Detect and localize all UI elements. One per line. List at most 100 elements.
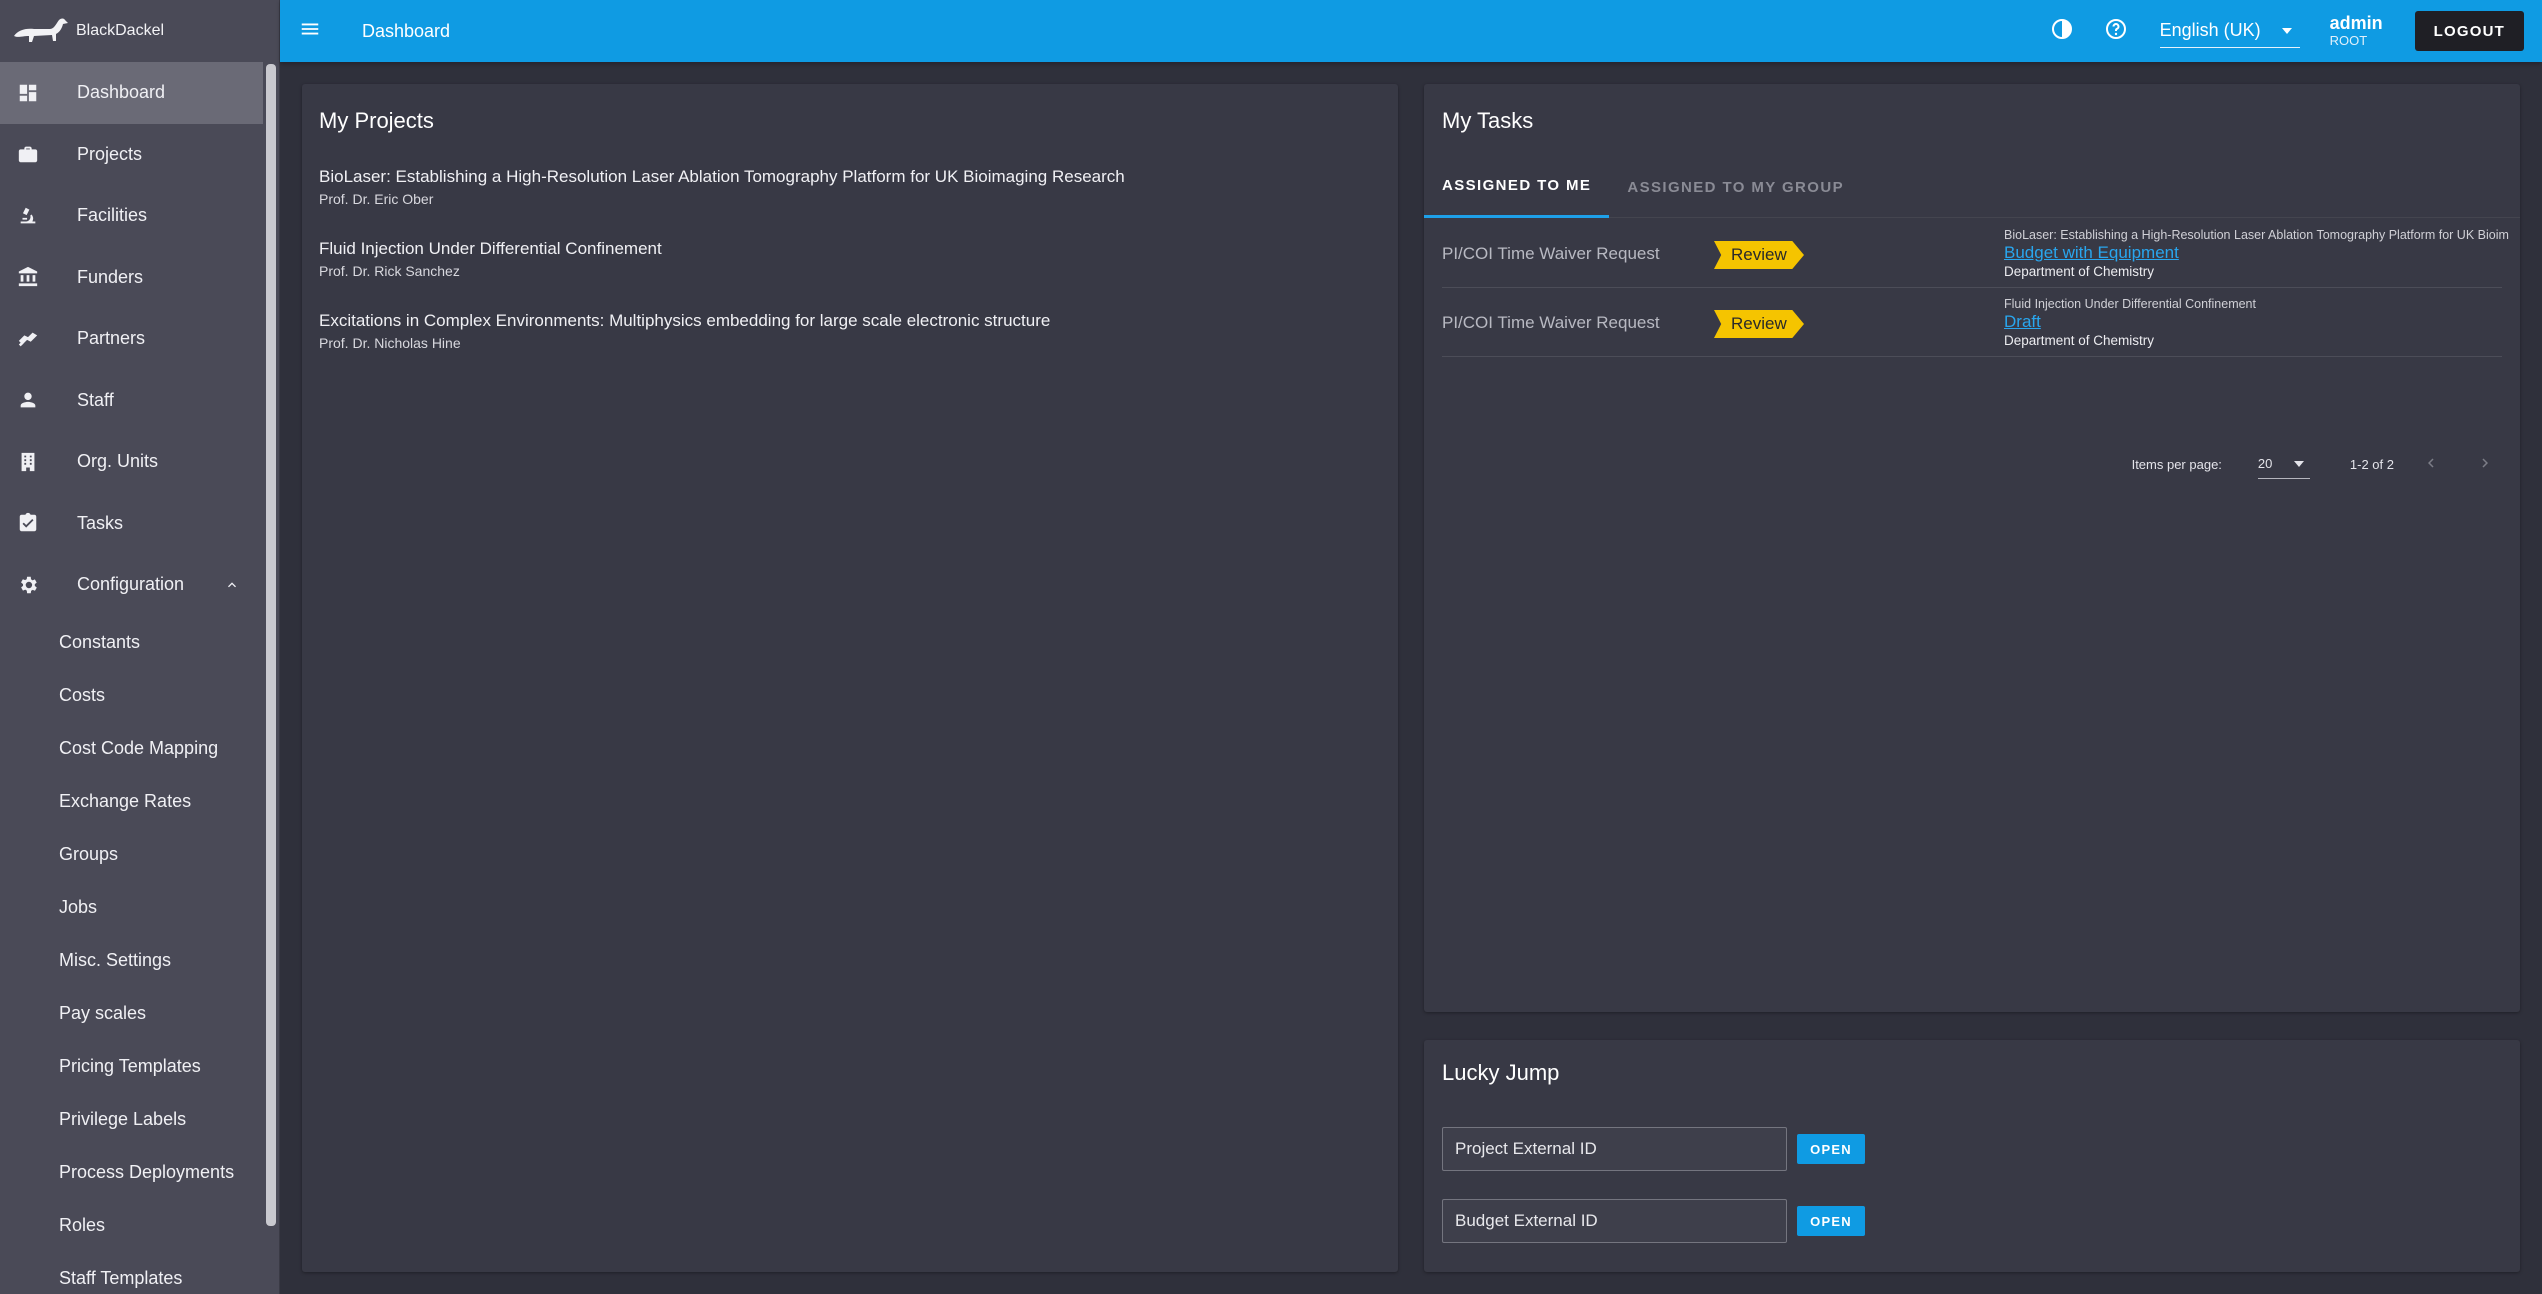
help-icon — [2104, 17, 2128, 46]
status-badge: Review — [1714, 310, 1804, 338]
tab-assigned-to-my-group[interactable]: ASSIGNED TO MY GROUP — [1609, 156, 1862, 218]
task-meta: Fluid Injection Under Differential Confi… — [2004, 297, 2256, 348]
open-project-button[interactable]: OPEN — [1797, 1134, 1865, 1164]
sidebar-item-label: Staff — [77, 389, 114, 410]
task-name: PI/COI Time Waiver Request — [1442, 244, 1660, 263]
app-logo[interactable]: BlackDackel — [0, 0, 279, 62]
project-external-id-input[interactable] — [1442, 1127, 1787, 1171]
sidebar-item-dashboard[interactable]: Dashboard — [0, 62, 264, 124]
dashboard-icon — [16, 81, 40, 105]
user-role: ROOT — [2329, 32, 2368, 48]
config-item-jobs[interactable]: Jobs — [0, 881, 264, 934]
sidebar-item-tasks[interactable]: Tasks — [0, 493, 264, 555]
next-page-button[interactable] — [2468, 447, 2502, 481]
sidebar-item-label: Projects — [77, 143, 143, 164]
briefcase-icon — [16, 142, 40, 166]
my-projects-title: My Projects — [319, 108, 434, 133]
previous-page-button[interactable] — [2414, 447, 2448, 481]
sidebar-item-label: Funders — [77, 266, 144, 287]
config-item-roles[interactable]: Roles — [0, 1199, 264, 1252]
chevron-left-icon — [2422, 454, 2440, 475]
budget-external-id-input[interactable] — [1442, 1199, 1787, 1243]
task-department: Department of Chemistry — [2004, 264, 2155, 279]
dropdown-caret-icon — [2281, 27, 2292, 34]
dropdown-caret-icon — [2293, 460, 2304, 467]
sidebar-item-label: Partners — [77, 328, 146, 349]
sidebar-item-label: Dashboard — [77, 82, 166, 103]
bank-icon — [16, 265, 40, 289]
sidebar-scrollbar[interactable] — [263, 62, 279, 1294]
open-budget-button[interactable]: OPEN — [1797, 1206, 1865, 1236]
task-row[interactable]: PI/COI Time Waiver Request Review BioLas… — [1442, 220, 2509, 288]
lucky-jump-title: Lucky Jump — [1442, 1060, 1560, 1085]
config-item-groups[interactable]: Groups — [0, 828, 264, 881]
config-item-exchange-rates[interactable]: Exchange Rates — [0, 775, 264, 828]
task-project: Fluid Injection Under Differential Confi… — [2004, 297, 2256, 311]
project-item[interactable]: BioLaser: Establishing a High-Resolution… — [319, 167, 1125, 207]
sidebar-item-funders[interactable]: Funders — [0, 247, 264, 309]
config-item-costs[interactable]: Costs — [0, 669, 264, 722]
project-title[interactable]: Fluid Injection Under Differential Confi… — [319, 239, 662, 259]
user-info: admin ROOT — [2329, 13, 2383, 48]
building-icon — [16, 450, 40, 474]
config-item-pricing-templates[interactable]: Pricing Templates — [0, 1040, 264, 1093]
sidebar: BlackDackel Dashboard Projects Facilitie… — [0, 0, 280, 1294]
status-badge: Review — [1714, 241, 1804, 269]
language-select[interactable]: English (UK) — [2159, 14, 2300, 48]
project-pi: Prof. Dr. Rick Sanchez — [319, 263, 460, 279]
project-pi: Prof. Dr. Eric Ober — [319, 191, 434, 207]
config-item-constants[interactable]: Constants — [0, 616, 264, 669]
budget-jump-row: OPEN — [1442, 1199, 1865, 1243]
project-pi: Prof. Dr. Nicholas Hine — [319, 335, 461, 351]
person-icon — [16, 388, 40, 412]
tab-assigned-to-me[interactable]: ASSIGNED TO ME — [1424, 156, 1610, 218]
task-department: Department of Chemistry — [2004, 333, 2155, 348]
microscope-icon — [16, 204, 40, 228]
sidebar-item-label: Facilities — [77, 205, 148, 226]
sidebar-nav: Dashboard Projects Facilities Funders Pa… — [0, 62, 264, 1294]
budget-link[interactable]: Draft — [2004, 312, 2041, 332]
project-jump-row: OPEN — [1442, 1127, 1865, 1171]
gear-icon — [16, 573, 40, 597]
sidebar-item-projects[interactable]: Projects — [0, 124, 264, 186]
config-item-cost-code-mapping[interactable]: Cost Code Mapping — [0, 722, 264, 775]
help-button[interactable] — [2100, 15, 2132, 47]
config-item-pay-scales[interactable]: Pay scales — [0, 987, 264, 1040]
dachshund-logo-icon — [12, 12, 70, 51]
menu-toggle-button[interactable] — [280, 0, 340, 62]
project-title[interactable]: Excitations in Complex Environments: Mul… — [319, 311, 1050, 331]
my-projects-card: My Projects BioLaser: Establishing a Hig… — [302, 84, 1398, 1272]
sidebar-item-staff[interactable]: Staff — [0, 370, 264, 432]
my-tasks-card: My Tasks ASSIGNED TO ME ASSIGNED TO MY G… — [1424, 84, 2520, 1012]
config-item-privilege-labels[interactable]: Privilege Labels — [0, 1093, 264, 1146]
sidebar-item-org-units[interactable]: Org. Units — [0, 431, 264, 493]
theme-toggle-button[interactable] — [2046, 15, 2078, 47]
page-size-select[interactable]: 20 — [2257, 449, 2310, 479]
chevron-up-icon[interactable] — [222, 575, 242, 595]
scrollbar-thumb[interactable] — [266, 64, 276, 1226]
config-item-misc-settings[interactable]: Misc. Settings — [0, 934, 264, 987]
items-per-page-label: Items per page: — [2131, 456, 2222, 472]
page-range: 1-2 of 2 — [2349, 456, 2394, 472]
task-tabs: ASSIGNED TO ME ASSIGNED TO MY GROUP — [1424, 156, 2520, 218]
logout-button[interactable]: LOGOUT — [2414, 11, 2524, 51]
task-row[interactable]: PI/COI Time Waiver Request Review Fluid … — [1442, 289, 2502, 357]
sidebar-item-label: Configuration — [77, 574, 185, 595]
config-item-staff-templates[interactable]: Staff Templates — [0, 1252, 264, 1294]
lucky-jump-card: Lucky Jump OPEN OPEN — [1424, 1040, 2520, 1272]
my-tasks-title: My Tasks — [1442, 108, 1534, 133]
page-title: Dashboard — [362, 20, 451, 41]
project-title[interactable]: BioLaser: Establishing a High-Resolution… — [319, 167, 1125, 187]
sidebar-item-partners[interactable]: Partners — [0, 308, 264, 370]
language-value: English (UK) — [2159, 20, 2261, 40]
sidebar-item-label: Org. Units — [77, 451, 159, 472]
budget-link[interactable]: Budget with Equipment — [2004, 243, 2179, 263]
app-name: BlackDackel — [76, 22, 165, 39]
project-item[interactable]: Fluid Injection Under Differential Confi… — [319, 239, 662, 279]
project-item[interactable]: Excitations in Complex Environments: Mul… — [319, 311, 1050, 351]
sidebar-item-configuration[interactable]: Configuration — [0, 554, 264, 616]
topbar-actions: English (UK) admin ROOT LOGOUT — [2046, 0, 2542, 62]
sidebar-item-facilities[interactable]: Facilities — [0, 185, 264, 247]
hamburger-menu-icon — [299, 18, 321, 45]
config-item-process-deployments[interactable]: Process Deployments — [0, 1146, 264, 1199]
